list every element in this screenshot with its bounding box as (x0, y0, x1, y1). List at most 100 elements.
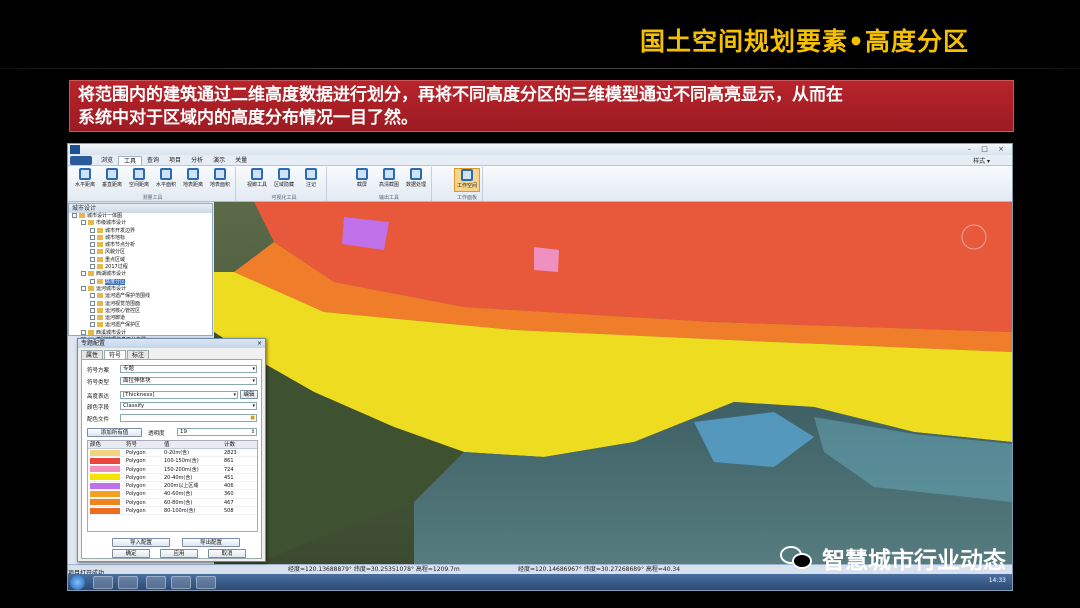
ribbon-button-0-4[interactable]: 地表距离 (180, 168, 206, 192)
legend-row[interactable]: Polygon 100-150m(含) 861 (88, 457, 257, 466)
color-swatch[interactable] (90, 507, 120, 514)
ribbon-button-1-2[interactable]: 注记 (298, 168, 324, 192)
ribbon-button-2-0[interactable]: 截屏 (349, 168, 375, 192)
layer-tree-item[interactable]: 市级城市设计 (69, 220, 212, 227)
ribbon-button-1-1[interactable]: 区域隐藏 (271, 168, 297, 192)
ribbon-button-2-1[interactable]: 高清截图 (376, 168, 402, 192)
taskbar-app-office[interactable] (196, 576, 216, 589)
layer-tree-item[interactable]: 2017过程 (69, 264, 212, 271)
color-swatch[interactable] (90, 482, 120, 489)
legend-row[interactable]: Polygon 40-60m(含) 360 (88, 490, 257, 499)
ribbon-button-0-5[interactable]: 地表面积 (207, 168, 233, 192)
taskbar-app-gis[interactable] (146, 576, 166, 589)
spinner-icon[interactable]: ⇕ (251, 429, 255, 436)
ribbon-button-1-0[interactable]: 视廊工具 (244, 168, 270, 192)
ribbon-button-0-0[interactable]: 水平距离 (72, 168, 98, 192)
layer-tree-item[interactable]: 城市地标 (69, 234, 212, 242)
color-swatch[interactable] (90, 449, 120, 456)
legend-color-cell[interactable] (88, 466, 126, 473)
layer-checkbox[interactable] (90, 264, 95, 270)
layer-tree-item[interactable]: 西溪城市设计 (69, 329, 212, 337)
dialog-tab-2[interactable]: 标注 (127, 350, 150, 359)
taskbar-app-folder[interactable] (171, 576, 191, 589)
color-field-select[interactable]: Classify ▾ (120, 402, 257, 410)
legend-color-cell[interactable] (88, 482, 126, 489)
legend-row[interactable]: Polygon 200m以上区域 406 (88, 482, 257, 491)
layer-checkbox[interactable] (81, 329, 86, 335)
legend-color-cell[interactable] (88, 507, 126, 514)
layer-tree-item[interactable]: 运河遗产保护区 (69, 322, 212, 329)
layer-tree-item[interactable]: 高度分区 (69, 278, 212, 286)
layer-checkbox[interactable] (90, 322, 95, 328)
color-file-input[interactable]: ■ (120, 414, 257, 422)
map-scene[interactable] (214, 202, 1012, 564)
ok-button[interactable]: 确定 (112, 549, 150, 558)
layer-checkbox[interactable] (90, 249, 95, 255)
color-swatch[interactable] (90, 490, 120, 497)
legend-row[interactable]: Polygon 20-40m(含) 451 (88, 474, 257, 483)
transparency-input[interactable]: 19 ⇕ (177, 428, 257, 436)
legend-column-header[interactable]: 颜色 (88, 441, 126, 448)
3d-map-view[interactable] (214, 202, 1012, 564)
legend-column-header[interactable]: 计数 (224, 441, 257, 448)
layer-checkbox[interactable] (81, 271, 86, 277)
folder-icon[interactable]: ■ (250, 415, 255, 422)
layer-tree-item[interactable]: 运河遗产保护范围线 (69, 293, 212, 300)
layer-tree-item[interactable]: 运河视觉范围面 (69, 300, 212, 308)
layer-tree-item[interactable]: 城市节点分析 (69, 242, 212, 249)
color-swatch[interactable] (90, 466, 120, 473)
style-dropdown[interactable]: 样式 ▾ (973, 156, 990, 165)
layer-tree-item[interactable]: 西湖城市设计 (69, 271, 212, 278)
menu-tab-6[interactable]: 关量 (230, 156, 252, 165)
legend-color-cell[interactable] (88, 499, 126, 506)
layer-tree-item[interactable]: 运河廊道 (69, 315, 212, 322)
layer-tree-item[interactable]: 城市开发边界 (69, 227, 212, 235)
taskbar-app-explorer[interactable] (93, 576, 113, 589)
legend-row[interactable]: Polygon 60-80m(含) 467 (88, 499, 257, 508)
color-swatch[interactable] (90, 457, 120, 464)
menu-tab-0[interactable]: 浏览 (96, 156, 118, 165)
layer-checkbox[interactable] (81, 220, 86, 226)
height-expr-input[interactable]: [Thickness] ▾ (120, 391, 238, 399)
import-config-button[interactable]: 导入配置 (112, 538, 170, 547)
scheme-select[interactable]: 专题 ▾ (120, 365, 257, 373)
symbol-type-select[interactable]: 面拉伸体块 ▾ (120, 377, 257, 385)
menu-tab-4[interactable]: 分析 (186, 156, 208, 165)
cancel-button[interactable]: 取消 (208, 549, 246, 558)
ribbon-button-0-2[interactable]: 空间距离 (126, 168, 152, 192)
app-menu-button[interactable] (70, 156, 92, 165)
layer-checkbox[interactable] (90, 242, 95, 248)
start-button[interactable] (70, 575, 85, 590)
layer-tree-item[interactable]: 运河核心管控区 (69, 307, 212, 315)
taskbar-app-media[interactable] (118, 576, 138, 589)
dialog-tab-0[interactable]: 属性 (81, 350, 104, 359)
edit-button[interactable]: 编辑 (240, 390, 258, 399)
layer-checkbox[interactable] (81, 285, 86, 291)
menu-tab-3[interactable]: 项目 (164, 156, 186, 165)
color-swatch[interactable] (90, 474, 120, 481)
ribbon-button-0-3[interactable]: 水平面积 (153, 168, 179, 192)
layer-tree-item[interactable]: 风貌分区 (69, 249, 212, 256)
add-all-values-button[interactable]: 添加所有值 (87, 428, 142, 437)
layer-checkbox[interactable] (90, 307, 95, 313)
layer-checkbox[interactable] (90, 256, 95, 262)
layer-checkbox[interactable] (90, 278, 95, 284)
layer-checkbox[interactable] (90, 227, 95, 233)
legend-color-cell[interactable] (88, 449, 126, 456)
color-swatch[interactable] (90, 499, 120, 506)
legend-row[interactable]: Polygon 80-100m(含) 508 (88, 507, 257, 516)
legend-row[interactable]: Polygon 150-200m(含) 724 (88, 466, 257, 474)
layer-tree-item[interactable]: 重点区域 (69, 256, 212, 264)
legend-row[interactable]: Polygon 0-20m(含) 2823 (88, 449, 257, 458)
window-controls[interactable]: – □ × (968, 145, 1008, 153)
legend-color-cell[interactable] (88, 457, 126, 464)
layer-checkbox[interactable] (90, 315, 95, 321)
legend-color-cell[interactable] (88, 474, 126, 481)
ribbon-button-0-1[interactable]: 垂直距离 (99, 168, 125, 192)
layer-tree-item[interactable]: 城市设计一体图 (69, 213, 212, 220)
layer-checkbox[interactable] (90, 293, 95, 299)
dialog-tab-1[interactable]: 符号 (104, 350, 127, 359)
layer-checkbox[interactable] (72, 213, 77, 218)
export-config-button[interactable]: 导出配置 (182, 538, 240, 547)
menu-tab-1[interactable]: 工具 (118, 156, 143, 165)
